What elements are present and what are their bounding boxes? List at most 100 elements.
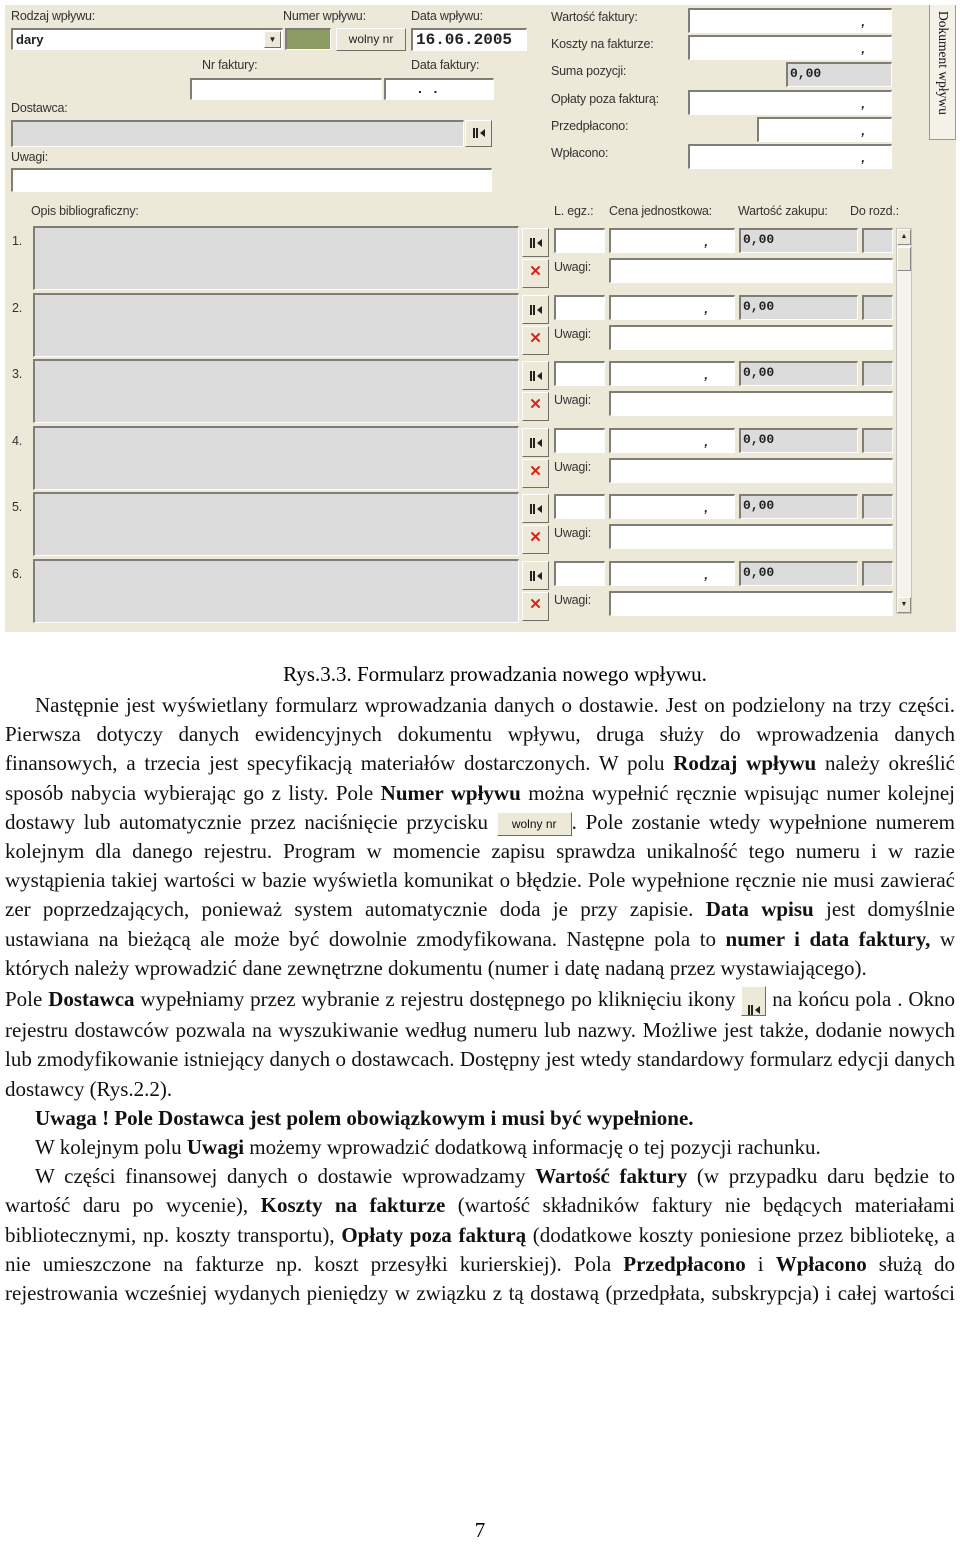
row-select-button[interactable] — [522, 294, 549, 324]
wartosc-value: 0,00 — [743, 365, 775, 380]
row-select-button[interactable] — [522, 494, 549, 523]
bold-term: numer i data faktury, — [725, 926, 931, 951]
finance-field[interactable]: , — [757, 117, 892, 142]
data-wplywu-label: Data wpływu: — [411, 9, 483, 23]
wartosc-zakupu-field: 0,00 — [739, 294, 858, 320]
finance-field[interactable]: , — [688, 144, 892, 169]
do-rozd-field — [862, 294, 893, 320]
cena-field[interactable]: , — [609, 494, 735, 519]
cena-field[interactable]: , — [609, 427, 735, 453]
dostawca-field[interactable] — [11, 120, 464, 147]
finance-value: , — [861, 150, 865, 165]
delete-row-button[interactable]: ✕ — [522, 392, 549, 421]
wartosc-value: 0,00 — [743, 498, 775, 513]
numer-wplywu-field[interactable] — [285, 28, 331, 50]
data-faktury-field[interactable]: . . — [384, 78, 494, 100]
dostawca-label: Dostawca: — [11, 101, 68, 115]
finance-label: Opłaty poza fakturą: — [551, 92, 659, 106]
delete-x-icon: ✕ — [529, 396, 542, 413]
delete-row-button[interactable]: ✕ — [522, 525, 549, 554]
cena-field[interactable]: , — [609, 228, 735, 253]
row-uwagi-field[interactable] — [609, 590, 893, 616]
row-uwagi-label: Uwagi: — [554, 260, 592, 274]
l-egz-field[interactable] — [554, 494, 605, 519]
chevron-down-icon[interactable]: ▼ — [264, 31, 281, 48]
nr-faktury-field[interactable] — [190, 78, 382, 100]
row-select-button[interactable] — [522, 361, 549, 390]
row-uwagi-field[interactable] — [609, 258, 893, 283]
finance-field[interactable]: , — [688, 90, 892, 115]
opis-bibliograficzny-field[interactable] — [33, 292, 519, 357]
do-rozd-field — [862, 427, 893, 453]
finance-field[interactable]: , — [688, 8, 892, 33]
finance-value: , — [861, 41, 865, 56]
data-faktury-value: . . — [418, 80, 438, 96]
l-egz-field[interactable] — [554, 228, 605, 253]
scroll-down-arrow[interactable]: ▼ — [897, 597, 911, 613]
row-select-button[interactable] — [522, 427, 549, 457]
wartosc-zakupu-field: 0,00 — [739, 361, 858, 386]
row-uwagi-field[interactable] — [609, 524, 893, 549]
wolny-nr-button-illustration: wolny nr — [496, 812, 572, 836]
do-rozd-field — [862, 494, 893, 519]
select-from-register-icon — [529, 237, 542, 249]
dostawca-select-button[interactable] — [465, 120, 492, 147]
opis-bibliograficzny-field[interactable] — [33, 359, 519, 423]
col-wartosc: Wartość zakupu: — [738, 204, 828, 218]
select-from-register-icon — [529, 437, 542, 449]
data-wplywu-field[interactable]: 16.06.2005 — [411, 28, 527, 51]
row-select-button[interactable] — [522, 560, 549, 590]
wartosc-zakupu-field: 0,00 — [739, 228, 858, 253]
l-egz-field[interactable] — [554, 560, 605, 586]
finance-field[interactable]: , — [688, 35, 892, 60]
row-select-button[interactable] — [522, 228, 549, 257]
uwagi-label: Uwagi: — [11, 150, 49, 164]
opis-bibliograficzny-field[interactable] — [33, 425, 519, 490]
rodzaj-wplywu-select[interactable]: dary ▼ — [11, 28, 283, 50]
finance-label: Wartość faktury: — [551, 10, 638, 24]
col-cena: Cena jednostkowa: — [609, 204, 712, 218]
rodzaj-label: Rodzaj wpływu: — [11, 9, 96, 23]
l-egz-field[interactable] — [554, 294, 605, 320]
bold-term: Przedpłacono — [623, 1251, 746, 1276]
delete-row-button[interactable]: ✕ — [522, 325, 549, 355]
scroll-thumb[interactable] — [897, 247, 911, 271]
delete-row-button[interactable]: ✕ — [522, 458, 549, 488]
tab-dokument-wplywu[interactable]: Dokument wpływu — [929, 5, 956, 140]
cena-field[interactable]: , — [609, 361, 735, 386]
finance-value: , — [861, 123, 865, 138]
opis-bibliograficzny-field[interactable] — [33, 226, 519, 290]
paragraph: Pole Dostawca wypełniamy przez wybranie … — [5, 985, 955, 1104]
uwagi-field[interactable] — [11, 168, 492, 192]
cena-value: , — [704, 500, 708, 515]
delete-row-button[interactable]: ✕ — [522, 591, 549, 621]
wartosc-value: 0,00 — [743, 431, 775, 447]
row-uwagi-field[interactable] — [609, 391, 893, 416]
opis-bibliograficzny-field[interactable] — [33, 558, 519, 623]
paragraph: W kolejnym polu Uwagi możemy wprowadzić … — [5, 1133, 955, 1162]
bold-term: Wartość faktury — [535, 1164, 688, 1189]
row-uwagi-field[interactable] — [609, 457, 893, 483]
opis-label: Opis bibliograficzny: — [31, 204, 139, 218]
bold-term: Wpłacono — [775, 1251, 867, 1276]
wartosc-zakupu-field: 0,00 — [739, 494, 858, 519]
figure-caption: Rys.3.3. Formularz prowadzania nowego wp… — [283, 662, 707, 686]
cena-field[interactable]: , — [609, 294, 735, 320]
opis-bibliograficzny-field[interactable] — [33, 492, 519, 556]
delete-x-icon: ✕ — [529, 529, 542, 546]
delete-row-button[interactable]: ✕ — [522, 259, 549, 288]
cena-field[interactable]: , — [609, 560, 735, 586]
do-rozd-field — [862, 361, 893, 386]
row-uwagi-label: Uwagi: — [554, 326, 592, 341]
wolny-nr-button[interactable]: wolny nr — [336, 28, 406, 51]
delete-x-icon: ✕ — [529, 263, 542, 280]
delete-x-icon: ✕ — [529, 595, 542, 613]
bold-term: Numer wpływu — [380, 780, 521, 805]
scroll-up-arrow[interactable]: ▲ — [897, 229, 911, 245]
l-egz-field[interactable] — [554, 361, 605, 386]
row-uwagi-field[interactable] — [609, 324, 893, 350]
wartosc-value: 0,00 — [743, 564, 775, 580]
l-egz-field[interactable] — [554, 427, 605, 453]
cena-value: , — [704, 433, 708, 449]
rows-scrollbar[interactable]: ▲ ▼ — [896, 228, 912, 614]
